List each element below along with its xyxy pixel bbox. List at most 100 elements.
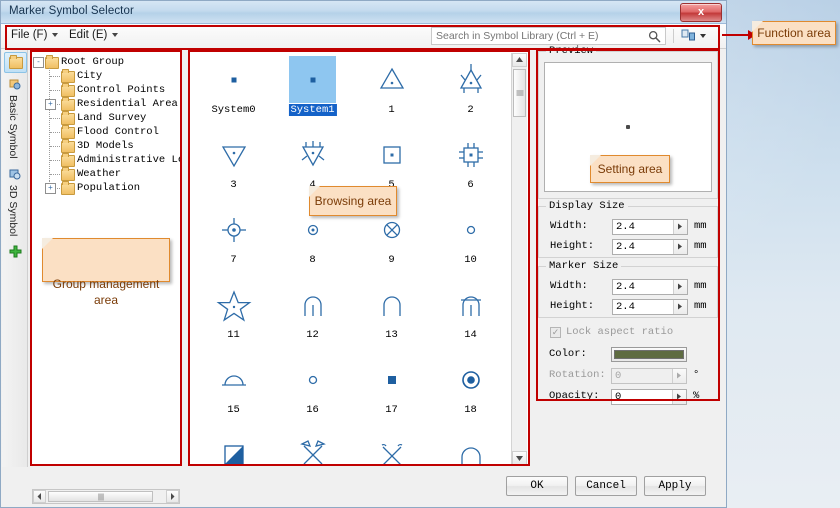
marker-height-stepper[interactable]	[673, 300, 687, 314]
display-width-label: Width:	[550, 220, 588, 232]
search-input[interactable]	[432, 28, 643, 44]
color-picker-button[interactable]	[611, 347, 687, 362]
symbol-cell[interactable]: 7	[194, 206, 273, 281]
symbol-vertical-scrollbar[interactable]	[511, 53, 527, 465]
tree-node[interactable]: -Root Group	[32, 55, 180, 69]
display-width-input[interactable]: 2.4	[612, 219, 688, 235]
lock-aspect-ratio-row[interactable]: ✓ Lock aspect ratio	[538, 326, 718, 342]
symbol-cell[interactable]: 13	[352, 281, 431, 356]
symbol-cell[interactable]: 1	[352, 56, 431, 131]
tree-node[interactable]: +Residential Area	[32, 97, 180, 111]
arch-capped-icon	[451, 285, 491, 325]
tree-horizontal-scrollbar[interactable]	[32, 489, 180, 504]
symbol-scrollbar-thumb[interactable]	[513, 69, 526, 117]
tree-node[interactable]: 3D Models	[32, 139, 180, 153]
symbol-label: 7	[228, 254, 238, 266]
symbol-cell[interactable]: 14	[431, 281, 510, 356]
symbol-cell[interactable]: 12	[273, 281, 352, 356]
display-size-group: Display Size Width: 2.4 mm Height: 2.4	[538, 206, 718, 258]
marker-width-input[interactable]: 2.4	[612, 279, 688, 295]
folder-icon	[61, 155, 75, 167]
symbol-cell[interactable]	[431, 431, 510, 465]
close-button[interactable]: x	[680, 3, 722, 22]
folder-icon	[9, 57, 23, 69]
basic-symbol-icon	[9, 78, 21, 90]
tree-expand-toggle[interactable]: +	[45, 99, 56, 110]
tree-node[interactable]: Administrative Lev	[32, 153, 180, 167]
tree-connector	[50, 76, 60, 78]
display-width-stepper[interactable]	[673, 220, 687, 234]
callout-fold	[309, 186, 320, 197]
scroll-left-arrow[interactable]	[33, 490, 46, 503]
symbol-cell[interactable]: 15	[194, 356, 273, 431]
search-icon[interactable]	[648, 30, 661, 43]
symbol-label: 3	[228, 179, 238, 191]
tree-node[interactable]: Weather	[32, 167, 180, 181]
tree-connector	[49, 110, 51, 125]
symbol-label: 11	[225, 329, 242, 341]
opacity-input[interactable]: 0	[611, 389, 687, 405]
callout-function-area: Function area	[752, 21, 836, 45]
sidebar-item-basic-symbol[interactable]: Basic Symbol	[2, 75, 28, 161]
marker-width-stepper[interactable]	[673, 280, 687, 294]
symbol-cell[interactable]	[194, 431, 273, 465]
tree-node[interactable]: Land Survey	[32, 111, 180, 125]
callout-function-area-text: Function area	[753, 22, 835, 45]
rotation-input[interactable]: 0	[611, 368, 687, 384]
tree-scrollbar-thumb[interactable]	[48, 491, 153, 502]
menu-file-label: File (F)	[11, 29, 47, 41]
symbol-cell[interactable]	[352, 431, 431, 465]
symbol-label: 16	[304, 404, 321, 416]
symbol-browsing-area[interactable]: System0System11 23 45 6 78 910 111213 14…	[189, 51, 529, 465]
symbol-cell[interactable]: 17	[352, 356, 431, 431]
symbol-cell[interactable]: 6	[431, 131, 510, 206]
tree-node[interactable]: City	[32, 69, 180, 83]
rotation-stepper[interactable]	[672, 369, 686, 383]
symbol-label: 12	[304, 329, 321, 341]
view-mode-button[interactable]	[681, 28, 711, 44]
menu-file[interactable]: File (F)	[11, 29, 58, 45]
rotation-unit: °	[693, 369, 699, 381]
marker-height-input[interactable]: 2.4	[612, 299, 688, 315]
plus-icon[interactable]	[9, 245, 22, 258]
tree-node-label: Weather	[77, 167, 121, 181]
opacity-stepper[interactable]	[672, 390, 686, 404]
symbol-search-box[interactable]	[431, 27, 666, 45]
cancel-button[interactable]: Cancel	[575, 476, 637, 496]
function-area-arrow-line	[722, 34, 750, 36]
scroll-right-arrow[interactable]	[166, 490, 179, 503]
tree-node[interactable]: Flood Control	[32, 125, 180, 139]
display-height-stepper[interactable]	[673, 240, 687, 254]
tree-collapse-toggle[interactable]: -	[33, 57, 44, 68]
symbol-cell[interactable]: 16	[273, 356, 352, 431]
menu-edit[interactable]: Edit (E)	[69, 29, 118, 45]
tree-node[interactable]: Control Points	[32, 83, 180, 97]
symbol-cell[interactable]: 10	[431, 206, 510, 281]
tree-node[interactable]: +Population	[32, 181, 180, 195]
lock-aspect-ratio-checkbox[interactable]: ✓	[550, 327, 561, 338]
symbol-cell[interactable]: 8	[273, 206, 352, 281]
symbol-cell[interactable]: 11	[194, 281, 273, 356]
symbol-cell[interactable]: System0	[194, 56, 273, 131]
symbol-cell[interactable]: 18	[431, 356, 510, 431]
callout-setting-area: Setting area	[590, 155, 670, 183]
square-dot-icon	[372, 135, 412, 175]
symbol-cell[interactable]: 3	[194, 131, 273, 206]
display-height-input[interactable]: 2.4	[612, 239, 688, 255]
opacity-label: Opacity:	[549, 390, 599, 402]
folder-icon	[61, 127, 75, 139]
marker-width-unit: mm	[694, 280, 707, 292]
folder-icon	[61, 85, 75, 97]
symbol-cell[interactable]	[273, 431, 352, 465]
tree-connector	[50, 132, 60, 134]
ok-button[interactable]: OK	[506, 476, 568, 496]
folder-tab-button[interactable]	[4, 52, 27, 73]
tree-expand-toggle[interactable]: +	[45, 183, 56, 194]
scroll-down-arrow[interactable]	[512, 451, 527, 465]
sidebar-item-3d-symbol[interactable]: 3D Symbol	[2, 165, 28, 239]
symbol-cell[interactable]: System1	[273, 56, 352, 131]
symbol-cell[interactable]: 9	[352, 206, 431, 281]
scroll-up-arrow[interactable]	[512, 53, 527, 67]
symbol-cell[interactable]: 2	[431, 56, 510, 131]
apply-button[interactable]: Apply	[644, 476, 706, 496]
